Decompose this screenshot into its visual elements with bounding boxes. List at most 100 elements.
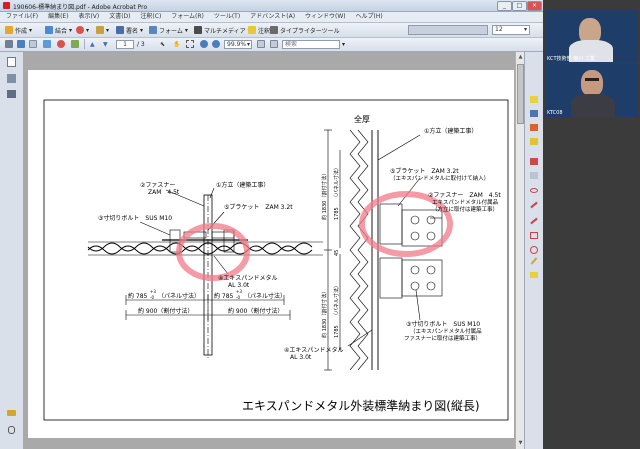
menu-file[interactable]: ファイル(F) [6,12,38,22]
right-dim2: 約 1830（割付寸法） [321,289,328,338]
menu-window[interactable]: ウィンドウ(W) [305,12,346,22]
menu-comments[interactable]: 注釈(C) [140,12,161,22]
scroll-thumb[interactable] [517,64,524,124]
video-tile-1[interactable]: KCT技術部 菊川 工業 [545,10,638,63]
select-tool-button[interactable]: ⬉ [160,39,165,49]
zoom-in-icon [212,40,220,48]
menu-view[interactable]: 表示(V) [78,12,99,22]
typewriter-button[interactable]: タイプライターツール [270,25,340,35]
comments-panel-icon[interactable] [7,410,16,416]
participant-1-name: KCT技術部 菊川 工業 [547,56,595,62]
zoom-out-button[interactable] [200,39,208,49]
create-button[interactable]: 作成 ▾ [5,25,32,35]
envelope-icon [29,40,37,48]
marquee-zoom-button[interactable] [186,39,194,49]
comment-icon [248,26,256,34]
lock-icon [96,26,104,34]
participant-body [571,94,615,117]
signatures-icon[interactable] [7,90,16,98]
font-size-select[interactable]: 12 ▾ [492,25,530,35]
callout-icon[interactable] [530,172,538,179]
left-fastener-spec: ZAM 4.5t [148,189,180,196]
menu-tools[interactable]: ツール(T) [214,12,240,22]
menu-help[interactable]: ヘルプ(H) [356,12,383,22]
video-tile-2[interactable]: KTC08 [545,64,638,117]
document-area: ②ファスナー ZAM 4.5t ①方立（建築工事） ⑤ブラケット ZAM 3.2… [24,52,515,449]
secure-button[interactable]: ▾ [96,25,109,35]
left-fastener-label: ②ファスナー [140,182,175,189]
hand-tool-button[interactable]: ✋ [173,39,180,49]
right-dim-gap: 45 [334,250,340,256]
arrow-tool-icon[interactable] [530,201,538,209]
collaborate-icon [76,26,84,34]
left-split2-dim: 約 900（割付寸法） [228,307,283,315]
fit-page-button[interactable] [257,39,265,49]
pencil-tool-icon[interactable] [530,257,538,265]
fit-width-button[interactable] [270,39,278,49]
oval-tool-icon[interactable] [530,246,538,254]
right-bracket-note: （エキスパンドメタルに取付けて納入） [390,174,489,182]
title-bar[interactable]: 190606-標準納まり図.pdf - Adobe Acrobat Pro _ … [0,0,543,12]
left-panel1-sup: +3 [150,289,156,294]
menu-edit[interactable]: 編集(E) [48,12,68,22]
text-edit-icon[interactable] [530,110,538,117]
rectangle-tool-icon[interactable] [530,232,538,239]
stamp-icon[interactable] [530,124,538,131]
review-button[interactable] [71,39,79,49]
cloud-icon[interactable] [530,188,538,193]
maximize-button[interactable]: □ [512,1,527,11]
acrobat-window: 190606-標準納まり図.pdf - Adobe Acrobat Pro _ … [0,0,544,449]
left-bolt-label: ③寸切りボルト SUS M10 [98,214,172,222]
scroll-up-icon[interactable]: ▲ [517,54,524,60]
fit-page-icon [257,40,265,48]
sign-button[interactable]: 署名 ▾ [116,25,143,35]
attach-file-icon[interactable] [530,272,538,278]
scan-button[interactable] [43,39,51,49]
pages-icon[interactable] [7,57,16,67]
left-detail [87,187,323,360]
font-slider-track[interactable] [408,25,488,35]
previous-page-button[interactable]: ▲ [90,39,95,49]
collaborate-button[interactable]: ▾ [76,25,89,35]
paperclip-icon[interactable] [8,426,15,434]
right-metal-spec: AL 3.0t [290,354,312,361]
zoom-level-select[interactable]: 99.9% ▾ [224,40,252,49]
search-input[interactable]: 検索 [282,40,340,49]
menu-forms[interactable]: フォーム(R) [171,12,204,22]
forms-button[interactable]: フォーム ▾ [149,25,188,35]
text-box-icon[interactable] [530,158,538,165]
film-icon [194,26,202,34]
email-button[interactable] [29,39,37,49]
minimize-button[interactable]: _ [497,1,512,11]
menu-document[interactable]: 文書(D) [109,12,130,22]
menu-advanced[interactable]: アドバンスト(A) [250,12,295,22]
page-number-input[interactable]: 1 [116,40,134,49]
zoom-in-button[interactable] [212,39,220,49]
attach-button[interactable] [57,39,65,49]
line-tool-icon[interactable] [530,217,538,225]
bookmarks-icon[interactable] [7,74,16,83]
highlight-icon[interactable] [530,138,538,145]
left-panel1-note: （パネル寸法） [158,292,200,300]
search-dropdown-button[interactable]: ▾ [342,39,345,49]
cursor-icon: ⬉ [160,40,166,48]
sticky-note-icon[interactable] [530,96,538,103]
scroll-down-icon[interactable]: ▼ [517,440,524,446]
scan-icon [43,40,51,48]
close-button[interactable]: × [527,1,542,11]
right-fastener-note2: （方立に取付は建築工事） [432,205,498,213]
left-panel2-dim: 約 785 [214,292,234,300]
right-bolt-note1: （エキスパンドメタル付属品 [410,327,482,335]
print-button[interactable] [5,39,13,49]
right-bolt-label: ③寸切りボルト SUS M10 [406,320,480,328]
page-total-label: / 3 [137,40,145,48]
next-page-button[interactable]: ▼ [103,39,108,49]
combine-button[interactable]: 結合 ▾ [45,25,72,35]
main-toolbar: 作成▾ 結合▾ ▾ ▾ 署名▾ フォーム▾ マルチメディア▾ 注釈▾ [0,23,543,38]
left-panel1-sub: -0 [150,295,154,300]
right-column-label: ①方立（建築工事） [424,127,477,135]
hand-icon: ✋ [173,40,181,48]
multimedia-button[interactable]: マルチメディア▾ [194,25,251,35]
left-panel2-sup: +3 [236,289,242,294]
save-button[interactable] [17,39,25,49]
